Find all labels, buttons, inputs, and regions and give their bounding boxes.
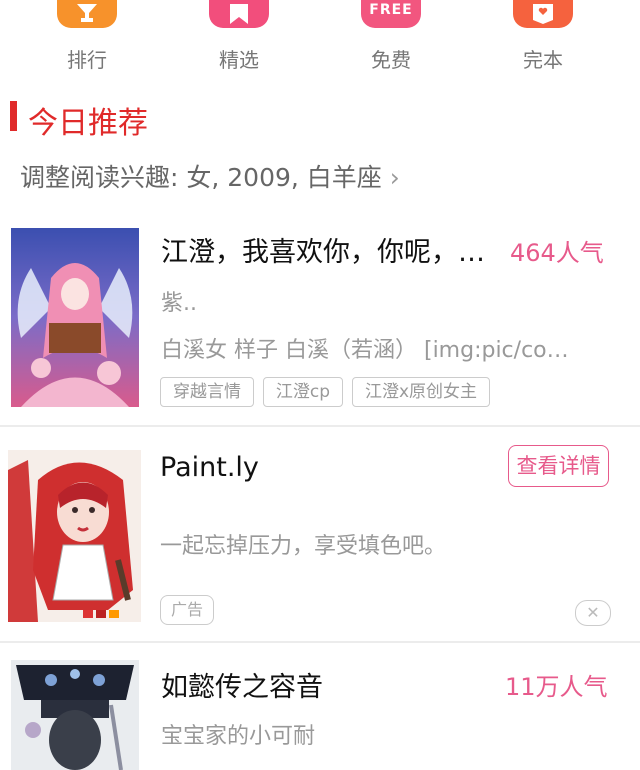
- popularity-count: 464人气: [510, 239, 604, 267]
- tag[interactable]: 江澄cp: [263, 377, 343, 407]
- ad-badge: 广告: [160, 595, 214, 625]
- nav-label: 排行: [67, 48, 107, 72]
- nav-item-ranking[interactable]: 排行: [37, 0, 137, 80]
- nav-item-free[interactable]: FREE 免费: [341, 0, 441, 80]
- section-accent-bar: [10, 101, 17, 131]
- chevron-right-icon: ›: [389, 163, 400, 192]
- nav-item-completed[interactable]: 完本: [493, 0, 593, 80]
- section-title: 今日推荐: [28, 106, 148, 141]
- book-subtitle: 紫..: [161, 291, 197, 316]
- nav-item-featured[interactable]: 精选: [189, 0, 289, 80]
- ad-image[interactable]: [8, 450, 141, 622]
- popularity-count: 11万人气: [505, 673, 608, 701]
- nav-label: 完本: [523, 48, 563, 72]
- reading-interest-link[interactable]: 调整阅读兴趣: 女, 2009, 白羊座 ›: [20, 158, 400, 194]
- book-authors: 白溪女 样子 白溪（若涵） [img:pic/co…: [161, 338, 569, 363]
- view-details-button[interactable]: 查看详情: [508, 445, 609, 487]
- nav-label: 精选: [219, 48, 259, 72]
- book-cover[interactable]: [11, 228, 139, 407]
- tag[interactable]: 江澄x原创女主: [352, 377, 490, 407]
- close-icon[interactable]: ✕: [575, 600, 611, 626]
- book-cover[interactable]: [11, 660, 139, 770]
- star-bookmark-icon: [209, 0, 269, 28]
- book-subtitle: 宝宝家的小可耐: [161, 724, 316, 749]
- nav-label: 免费: [371, 48, 411, 72]
- free-icon: FREE: [361, 0, 421, 28]
- ad-title[interactable]: Paint.ly: [160, 452, 259, 483]
- trophy-icon: [57, 0, 117, 28]
- book-title[interactable]: 如懿传之容音: [161, 665, 323, 704]
- ad-description: 一起忘掉压力，享受填色吧。: [160, 534, 447, 559]
- interest-text: 调整阅读兴趣: 女, 2009, 白羊座: [20, 163, 382, 192]
- tag[interactable]: 穿越言情: [160, 377, 254, 407]
- heart-book-icon: [513, 0, 573, 28]
- divider: [0, 425, 640, 427]
- category-nav: 排行 精选 FREE 免费 完本: [0, 0, 640, 80]
- book-title[interactable]: 江澄，我喜欢你，你呢，…: [161, 230, 485, 269]
- divider: [0, 641, 640, 643]
